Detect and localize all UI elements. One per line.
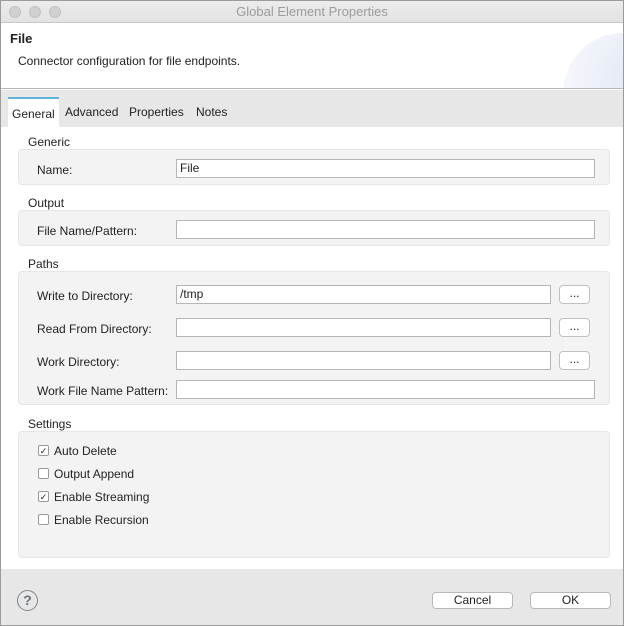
enable-streaming-label[interactable]: Enable Streaming [54,490,149,504]
enable-recursion-checkbox[interactable] [38,514,49,525]
section-paths-label: Paths [28,257,59,271]
read-directory-browse-button[interactable]: ... [559,318,590,337]
name-label: Name: [37,163,73,177]
close-window-button[interactable] [9,6,21,18]
work-directory-input[interactable] [176,351,551,370]
tab-advanced[interactable]: Advanced [61,97,122,127]
read-directory-label: Read From Directory: [37,322,152,336]
output-append-checkbox[interactable] [38,468,49,479]
cancel-button[interactable]: Cancel [432,592,513,609]
work-directory-label: Work Directory: [37,355,120,369]
enable-recursion-label[interactable]: Enable Recursion [54,513,149,527]
write-directory-input[interactable]: /tmp [176,285,551,304]
header-decoration [563,33,623,88]
output-append-label[interactable]: Output Append [54,467,134,481]
header-title: File [10,31,33,46]
tab-notes[interactable]: Notes [192,97,231,127]
file-name-pattern-input[interactable] [176,220,595,239]
auto-delete-label[interactable]: Auto Delete [54,444,117,458]
help-icon[interactable]: ? [17,590,38,611]
section-generic-label: Generic [28,135,71,149]
title-bar[interactable]: Global Element Properties [1,1,623,23]
ok-button[interactable]: OK [530,592,611,609]
minimize-window-button[interactable] [29,6,41,18]
tab-properties[interactable]: Properties [125,97,188,127]
auto-delete-checkbox[interactable]: ✓ [38,445,49,456]
name-input[interactable]: File [176,159,595,178]
tab-general[interactable]: General [8,97,59,127]
section-settings-label: Settings [28,417,72,431]
write-directory-label: Write to Directory: [37,289,133,303]
dialog-window: Global Element Properties File Connector… [0,0,624,626]
tab-bar: General Advanced Properties Notes [1,90,623,127]
read-directory-input[interactable] [176,318,551,337]
dialog-header: File Connector configuration for file en… [1,23,623,89]
file-name-pattern-label: File Name/Pattern: [37,224,138,238]
work-file-pattern-label: Work File Name Pattern: [37,384,169,398]
window-title: Global Element Properties [236,4,388,19]
dialog-footer: ? Cancel OK [1,569,623,625]
zoom-window-button[interactable] [49,6,61,18]
enable-streaming-checkbox[interactable]: ✓ [38,491,49,502]
header-description: Connector configuration for file endpoin… [18,54,241,68]
write-directory-browse-button[interactable]: ... [559,285,590,304]
section-output-label: Output [28,196,65,210]
work-file-pattern-input[interactable] [176,380,595,399]
work-directory-browse-button[interactable]: ... [559,351,590,370]
